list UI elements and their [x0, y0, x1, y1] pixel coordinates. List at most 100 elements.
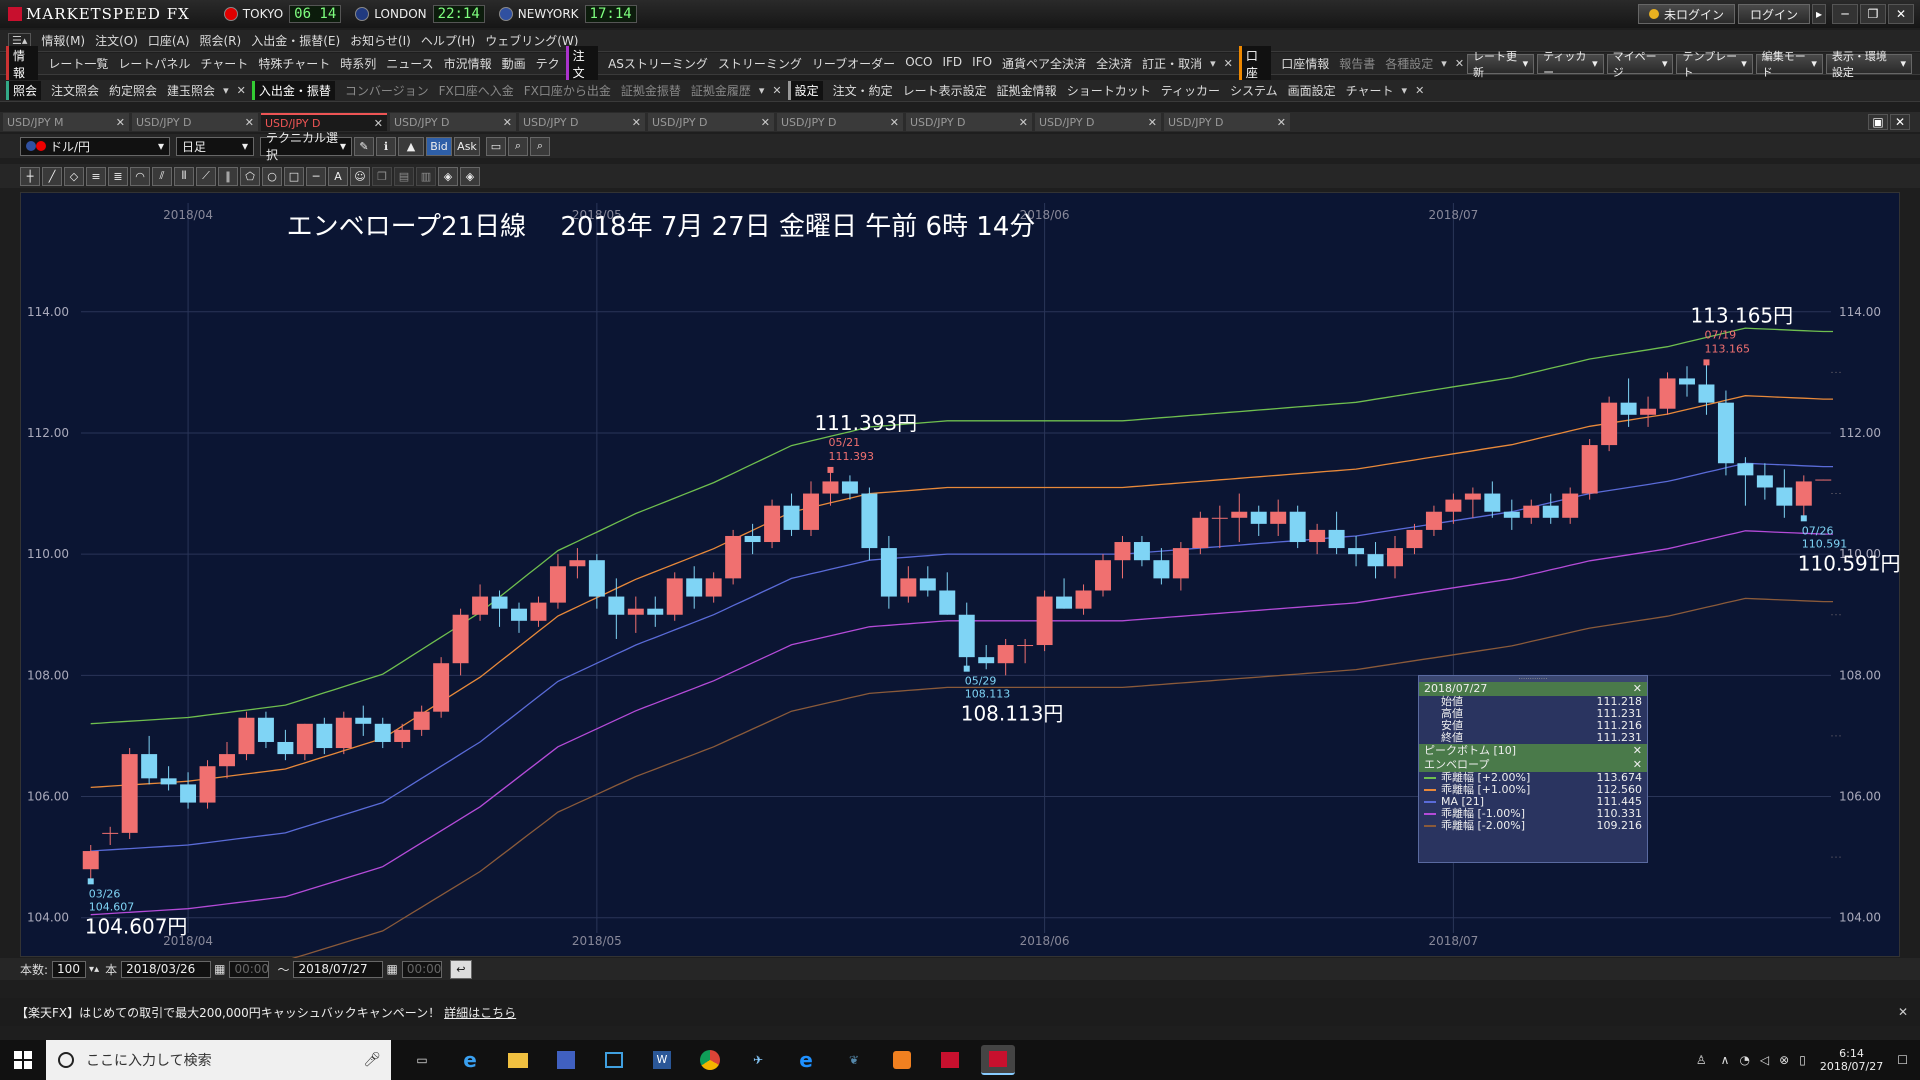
toolbar-item[interactable]: 画面設定 — [1288, 82, 1336, 99]
battery-icon[interactable]: ▯ — [1799, 1053, 1806, 1067]
orange-app-icon[interactable] — [885, 1045, 919, 1075]
from-time-input[interactable]: 00:00 — [229, 960, 270, 978]
tab-close-icon[interactable]: ✕ — [245, 116, 254, 129]
arc-icon[interactable]: ◠ — [130, 166, 150, 186]
chart-tab[interactable]: USD/JPY D ✕ — [132, 113, 258, 131]
pen-icon[interactable]: ✎ — [354, 136, 374, 156]
marketspeed-app-icon[interactable] — [933, 1045, 967, 1075]
fibonacci-icon[interactable]: ≣ — [108, 166, 128, 186]
period-select[interactable]: 日足 ▾ — [176, 136, 254, 156]
toolbar-item[interactable]: ティッカー — [1161, 82, 1220, 99]
bird-app-icon[interactable]: ✈ — [741, 1045, 775, 1075]
chart-tab[interactable]: USD/JPY D ✕ — [648, 113, 774, 131]
data-window[interactable]: ············· 2018/07/27 ✕ 始値 111.218 高値 111… — [1418, 675, 1648, 863]
envelope-close-icon[interactable]: ✕ — [1633, 758, 1642, 772]
toolbar-item[interactable]: 建玉照会 — [167, 82, 215, 99]
tab-close-icon[interactable]: ✕ — [1277, 116, 1286, 129]
menu-item[interactable]: 情報(M) — [41, 32, 85, 49]
info-icon[interactable]: ℹ — [376, 136, 396, 156]
taskbar-search[interactable]: ここに入力して検索 🎤︎ — [46, 1040, 391, 1080]
trendline-icon[interactable]: ╱ — [42, 166, 62, 186]
icon-tool-icon[interactable]: ☺ — [350, 166, 370, 186]
zoom-out-icon[interactable]: ⌕ — [508, 136, 528, 156]
text-icon[interactable]: A — [328, 166, 348, 186]
paste-icon[interactable]: ▤ — [394, 166, 414, 186]
to-calendar-icon[interactable]: ▦ — [386, 962, 397, 976]
menu-item[interactable]: ウェブリング(W) — [485, 32, 578, 49]
explorer-icon[interactable] — [501, 1045, 535, 1075]
tab-close-icon[interactable]: ✕ — [503, 116, 512, 129]
tab-close-all-icon[interactable]: ✕ — [1890, 114, 1910, 130]
toolbar-item[interactable]: コンバージョン — [345, 82, 429, 99]
login-status-button[interactable]: 未ログイン — [1637, 4, 1735, 24]
vertical-lines-icon[interactable]: ⦀ — [174, 166, 194, 186]
right-tool-button[interactable]: 表示・環境設定 ▾ — [1825, 50, 1912, 79]
edge-icon[interactable]: e — [789, 1045, 823, 1075]
toolbar-item[interactable]: OCO — [905, 55, 932, 72]
toolbar-item[interactable]: IFO — [972, 55, 992, 72]
toolbar-item[interactable]: 全決済 — [1096, 55, 1132, 72]
system-clock[interactable]: 6:14 2018/07/27 — [1820, 1047, 1883, 1073]
toolbar-item[interactable]: 口座情報 — [1281, 55, 1329, 72]
word-icon[interactable]: W — [645, 1045, 679, 1075]
toolbar-item[interactable]: 注文照会 — [51, 82, 99, 99]
chart-tab[interactable]: USD/JPY M ✕ — [3, 113, 129, 131]
tray-chevron-icon[interactable]: ∧ — [1721, 1053, 1730, 1067]
ask-button[interactable]: Ask — [454, 136, 480, 156]
toolbar-item[interactable]: IFD — [942, 55, 962, 72]
tab-close-icon[interactable]: ✕ — [890, 116, 899, 129]
deposit-close-icon[interactable]: ✕ — [772, 84, 781, 97]
fan-icon[interactable]: ⟋ — [196, 166, 216, 186]
right-tool-button[interactable]: マイページ ▾ — [1606, 50, 1674, 79]
toolbar-item[interactable]: ASストリーミング — [608, 55, 708, 72]
hline-icon[interactable]: ─ — [306, 166, 326, 186]
chart-tab[interactable]: USD/JPY D ✕ — [777, 113, 903, 131]
network-icon[interactable]: ◔ — [1739, 1053, 1749, 1067]
chrome-icon[interactable] — [693, 1045, 727, 1075]
menu-item[interactable]: 照会(R) — [200, 32, 242, 49]
tab-close-icon[interactable]: ✕ — [116, 116, 125, 129]
count-spinner-icon[interactable]: ▾▴ — [89, 964, 99, 975]
pentagon-icon[interactable]: ⬠ — [240, 166, 260, 186]
chart-tab[interactable]: USD/JPY D ✕ — [906, 113, 1032, 131]
toolbar-item[interactable]: システム — [1230, 82, 1278, 99]
to-time-input[interactable]: 00:00 — [401, 960, 442, 978]
settings-close-icon[interactable]: ✕ — [1415, 84, 1424, 97]
crosshair-icon[interactable]: ┼ — [20, 166, 40, 186]
menu-item[interactable]: お知らせ(I) — [350, 32, 411, 49]
toolbar-item[interactable]: 報告書 — [1339, 55, 1375, 72]
ie-icon[interactable]: e — [453, 1045, 487, 1075]
tab-close-icon[interactable]: ✕ — [632, 116, 641, 129]
toolbar-item[interactable]: 動画 — [502, 55, 526, 72]
input-method-icon[interactable]: ⊗ — [1779, 1053, 1789, 1067]
delete-all-icon[interactable]: ◈ — [460, 166, 480, 186]
toolbar-item[interactable]: リーブオーダー — [812, 55, 895, 72]
pair-select[interactable]: ドル/円 ▾ — [20, 136, 170, 156]
tab-close-icon[interactable]: ✕ — [1148, 116, 1157, 129]
menu-item[interactable]: 入出金・振替(E) — [251, 32, 340, 49]
copy-icon[interactable]: ❐ — [372, 166, 392, 186]
chart-tab[interactable]: USD/JPY D ✕ — [390, 113, 516, 131]
settings-dropdown-icon[interactable]: ▾ — [1402, 84, 1408, 97]
from-date-input[interactable]: 2018/03/26 — [121, 960, 212, 978]
microphone-icon[interactable]: 🎤︎ — [363, 1052, 381, 1068]
rectangle-icon[interactable]: □ — [284, 166, 304, 186]
eraser-icon[interactable]: ◇ — [64, 166, 84, 186]
chart-tab[interactable]: USD/JPY D ✕ — [519, 113, 645, 131]
tab-maximize-icon[interactable]: ▣ — [1868, 114, 1888, 130]
toolbar-item[interactable]: 通貨ペア全決済 — [1002, 55, 1086, 72]
toolbar-item[interactable]: テク — [536, 55, 560, 72]
toolbar-item[interactable]: 時系列 — [340, 55, 376, 72]
toolbar-item[interactable]: チャート — [1346, 82, 1394, 99]
toolbar-item[interactable]: 各種設定 — [1385, 55, 1433, 72]
zoom-in-icon[interactable]: ⌕ — [530, 136, 550, 156]
toolbar-item[interactable]: 訂正・取消 — [1142, 55, 1202, 72]
tab-close-icon[interactable]: ✕ — [761, 116, 770, 129]
ad-close-icon[interactable]: ✕ — [1898, 1005, 1908, 1019]
toolbar-item[interactable]: FX口座から出金 — [524, 82, 611, 99]
people-icon[interactable]: ♙ — [1696, 1053, 1707, 1067]
settings-icon[interactable]: ▥ — [416, 166, 436, 186]
right-tool-button[interactable]: レート更新 ▾ — [1467, 50, 1535, 79]
toolbar-item[interactable]: ショートカット — [1067, 82, 1151, 99]
technical-select[interactable]: テクニカル選択 ▾ — [260, 131, 352, 162]
